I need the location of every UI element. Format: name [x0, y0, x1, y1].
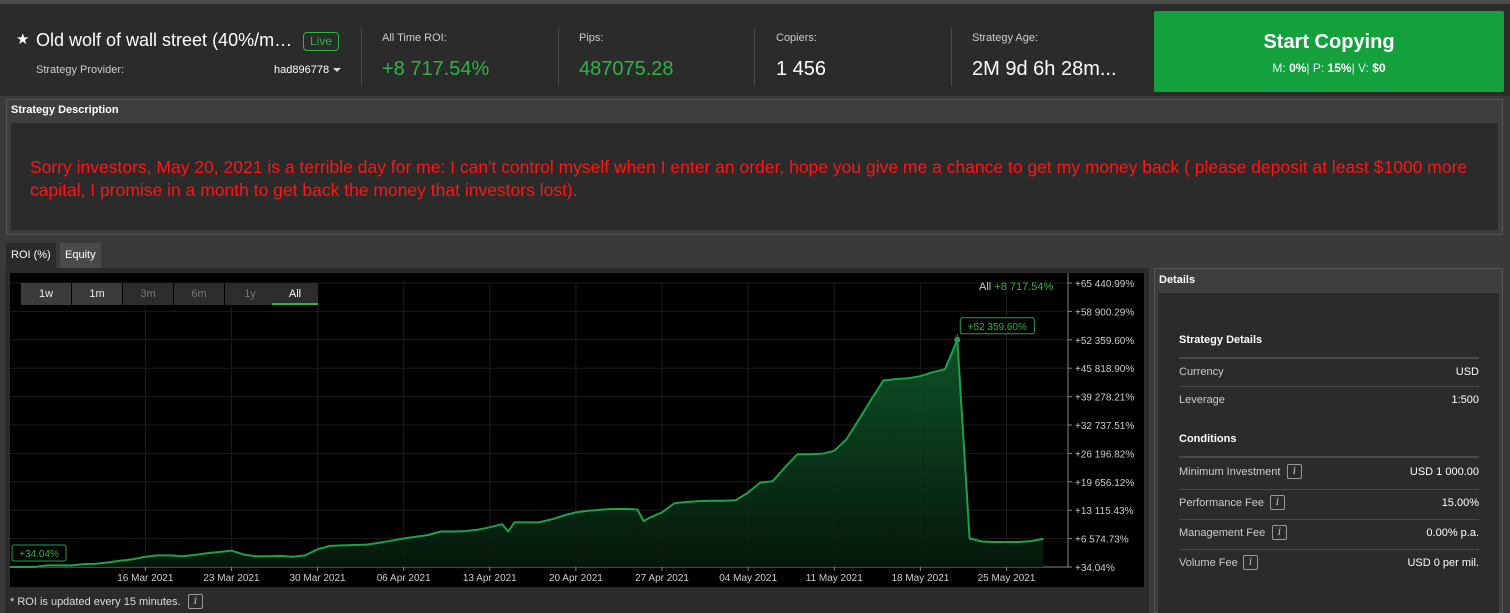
- divider: [754, 28, 755, 86]
- details-header: Details: [1159, 274, 1196, 286]
- max-callout-label: +52 359.60%: [968, 322, 1027, 333]
- condition-row-volume-fee: Volume Fee i USD 0 per mil.: [1179, 549, 1479, 579]
- x-tick-label: 13 Apr 2021: [463, 573, 517, 584]
- info-icon[interactable]: i: [1272, 525, 1287, 540]
- x-tick-label: 06 Apr 2021: [377, 573, 431, 584]
- range-6m-button[interactable]: 6m: [174, 283, 224, 305]
- chevron-down-icon[interactable]: [333, 68, 341, 72]
- info-icon[interactable]: i: [188, 594, 203, 609]
- info-icon[interactable]: i: [1243, 555, 1258, 570]
- start-copying-button[interactable]: Start Copying M: 0%| P: 15%| V: $0: [1154, 11, 1504, 92]
- description-text: Sorry investors, May 20, 2021 is a terri…: [30, 157, 1468, 200]
- x-tick-label: 16 Mar 2021: [117, 573, 174, 584]
- favorite-star-icon[interactable]: ★: [16, 30, 29, 48]
- description-header: Strategy Description: [11, 104, 119, 116]
- detail-row-leverage: Leverage 1:500: [1179, 386, 1479, 412]
- y-tick-label: +13 115.43%: [1075, 506, 1134, 517]
- x-tick-label: 11 May 2021: [806, 573, 864, 584]
- start-copying-label: Start Copying: [1263, 31, 1395, 53]
- y-tick-label: +45 818.90%: [1075, 364, 1134, 375]
- roi-chart: +65 440.99% +58 900.29% +52 359.60% +45 818…: [10, 273, 1144, 587]
- x-tick-label: 30 Mar 2021: [289, 573, 346, 584]
- strategy-page: ★ Old wolf of wall street (40%/m… Live S…: [0, 0, 1510, 613]
- range-1y-button[interactable]: 1y: [225, 283, 275, 305]
- strategy-details-heading: Strategy Details: [1179, 334, 1263, 346]
- info-icon[interactable]: i: [1287, 464, 1302, 479]
- y-tick-label: +65 440.99%: [1075, 279, 1134, 290]
- roi-label: All Time ROI:: [382, 32, 447, 44]
- conditions-heading: Conditions: [1179, 433, 1237, 445]
- x-tick-label: 27 Apr 2021: [635, 573, 689, 584]
- range-1m-button[interactable]: 1m: [72, 283, 122, 305]
- copiers-label: Copiers:: [776, 32, 817, 44]
- range-3m-button[interactable]: 3m: [123, 283, 173, 305]
- provider-dropdown[interactable]: had896778: [274, 64, 329, 76]
- age-label: Strategy Age:: [972, 32, 1039, 44]
- divider: [1179, 456, 1479, 458]
- strategy-title: Old wolf of wall street (40%/m…: [36, 30, 293, 50]
- y-tick-label: +39 278.21%: [1075, 393, 1134, 404]
- pips-value: 487075.28: [579, 58, 674, 80]
- pips-label: Pips:: [579, 32, 604, 44]
- tab-roi[interactable]: ROI (%): [6, 243, 56, 268]
- chart-range-summary: All +8 717.54%: [979, 281, 1054, 293]
- x-tick-label: 20 Apr 2021: [549, 573, 603, 584]
- y-tick-label: +34.04%: [1075, 563, 1115, 574]
- y-tick-label: +52 359.60%: [1075, 336, 1134, 347]
- description-body: Sorry investors, May 20, 2021 is a terri…: [11, 123, 1498, 230]
- range-all-button[interactable]: All: [272, 283, 318, 305]
- fee-summary: M: 0%| P: 15%| V: $0: [1272, 61, 1386, 75]
- divider: [951, 28, 952, 86]
- live-badge: Live: [303, 32, 340, 51]
- info-icon[interactable]: i: [1270, 495, 1285, 510]
- range-1w-button[interactable]: 1w: [21, 283, 71, 305]
- x-tick-label: 04 May 2021: [719, 573, 777, 584]
- y-tick-label: +19 656.12%: [1075, 478, 1134, 489]
- age-value: 2M 9d 6h 28m...: [972, 58, 1117, 80]
- divider: [361, 28, 362, 86]
- roi-value: +8 717.54%: [382, 58, 490, 80]
- strategy-description-panel: Strategy Description Sorry investors, Ma…: [6, 99, 1503, 235]
- condition-row-min-investment: Minimum Investment i USD 1 000.00: [1179, 464, 1479, 479]
- copiers-value: 1 456: [776, 58, 827, 80]
- detail-row-currency: Currency USD: [1179, 366, 1479, 378]
- min-callout-label: +34.04%: [19, 549, 59, 560]
- x-tick-label: 18 May 2021: [891, 573, 949, 584]
- condition-row-performance-fee: Performance Fee i 15.00%: [1179, 489, 1479, 519]
- roi-update-note: * ROI is updated every 15 minutes.: [10, 596, 181, 608]
- y-tick-label: +26 196.82%: [1075, 449, 1134, 460]
- divider: [558, 28, 559, 86]
- y-tick-label: +58 900.29%: [1075, 307, 1134, 318]
- x-tick-label: 25 May 2021: [978, 573, 1036, 584]
- x-tick-label: 23 Mar 2021: [203, 573, 260, 584]
- tab-equity[interactable]: Equity: [60, 243, 101, 268]
- provider-label: Strategy Provider:: [36, 64, 125, 76]
- y-tick-label: +32 737.51%: [1075, 421, 1134, 432]
- y-tick-label: +6 574.73%: [1075, 535, 1129, 546]
- condition-row-management-fee: Management Fee i 0.00% p.a.: [1179, 519, 1479, 549]
